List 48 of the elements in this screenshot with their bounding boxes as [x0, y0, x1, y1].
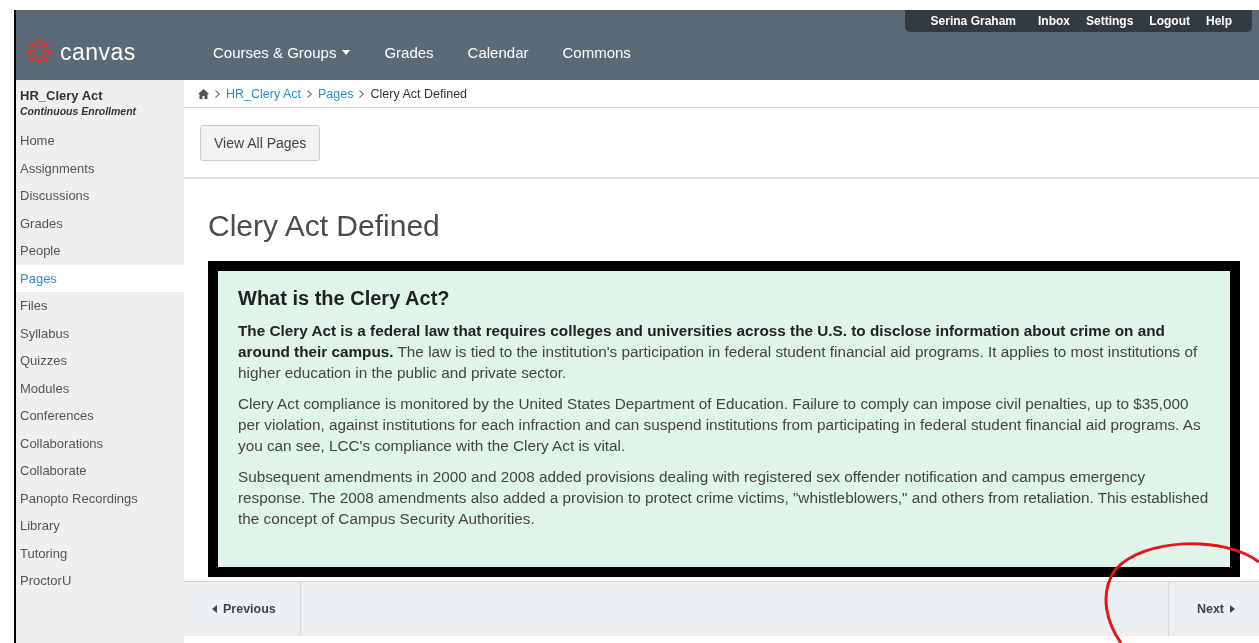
home-icon[interactable]	[198, 88, 209, 99]
user-menu-link[interactable]: Settings	[1078, 14, 1142, 28]
sidebar-item[interactable]: Modules	[16, 374, 184, 402]
course-term: Continuous Enrollment	[19, 105, 138, 117]
page-title: Clery Act Defined	[208, 209, 441, 243]
user-menu-link[interactable]: Inbox	[1030, 14, 1078, 28]
breadcrumb-link[interactable]: HR_Clery Act	[226, 86, 302, 101]
sidebar-item[interactable]: Library	[16, 512, 184, 540]
paragraph: Clery Act compliance is monitored by the United States Department of Education. Failure to comply can impose civil penalties, up to $35,000 per violation, against institutions for each infraction and can suspend institutions from participating in federal student financial aid programs. As you can see, LCC's compliance with the Clery Act is vital.	[238, 394, 1202, 456]
breadcrumb-link[interactable]: Pages	[318, 86, 354, 101]
sidebar-item[interactable]: Pages	[16, 264, 184, 292]
next-link[interactable]: Next	[1167, 582, 1259, 636]
chevron-icon	[307, 89, 313, 98]
caret-icon	[342, 49, 351, 55]
breadcrumb-link[interactable]: Clery Act Defined	[370, 86, 468, 101]
user-menu-link[interactable]: Logout	[1141, 14, 1198, 28]
sidebar-item[interactable]: Conferences	[16, 402, 184, 430]
logo-icon	[26, 39, 52, 65]
box-heading: What is the Clery Act?	[238, 287, 451, 310]
chevron-icon	[215, 89, 220, 98]
previous-link[interactable]: Previous	[184, 582, 301, 636]
paragraph: The Clery Act is a federal law that requires colleges and universities across the U.S. to disclose information about crime on and around their campus. The law is tied to the institution's participation in federal student financial aid programs. It applies to most institutions of higher education in the public and private sector.	[238, 321, 1199, 383]
sidebar-item[interactable]: Collaborations	[16, 429, 184, 457]
sidebar-item[interactable]: Tutoring	[16, 539, 184, 567]
nav-link[interactable]: Courses & Groups	[196, 43, 368, 61]
paragraph: Subsequent amendments in 2000 and 2008 added provisions dealing with registered sex offender notification and campus emergency response. The 2008 amendments also added a provision to protect crime victims, "whistleblowers," and others from retaliation. This established the concept of Campus Security Authorities.	[238, 467, 1210, 529]
nav-link[interactable]: Grades	[367, 43, 451, 61]
sidebar-item[interactable]: Grades	[16, 209, 184, 237]
logo-text: canvas	[60, 38, 136, 66]
caret-left-icon	[212, 605, 217, 613]
user-menu-link[interactable]: Help	[1198, 14, 1240, 28]
course-name: HR_Clery Act	[19, 88, 104, 103]
caret-right-icon	[1230, 605, 1235, 613]
sidebar-item[interactable]: Panopto Recordings	[16, 484, 184, 512]
chevron-icon	[359, 89, 365, 98]
sidebar-item[interactable]: ProctorU	[16, 567, 184, 595]
sidebar-item[interactable]: Home	[16, 127, 184, 155]
sidebar-item[interactable]: Assignments	[16, 154, 184, 182]
nav-link[interactable]: Calendar	[450, 43, 546, 61]
sidebar-item[interactable]: Quizzes	[16, 347, 184, 375]
sidebar-item[interactable]: Collaborate	[16, 457, 184, 485]
sidebar-item[interactable]: People	[16, 237, 184, 265]
sidebar-item[interactable]: Syllabus	[16, 319, 184, 347]
sidebar-item[interactable]: Discussions	[16, 182, 184, 210]
sidebar-item[interactable]: Files	[16, 292, 184, 320]
view-all-pages-button[interactable]: View All Pages	[200, 124, 321, 161]
nav-link[interactable]: Commons	[545, 43, 648, 61]
user-menu-link[interactable]: Serina Graham	[922, 14, 1024, 28]
